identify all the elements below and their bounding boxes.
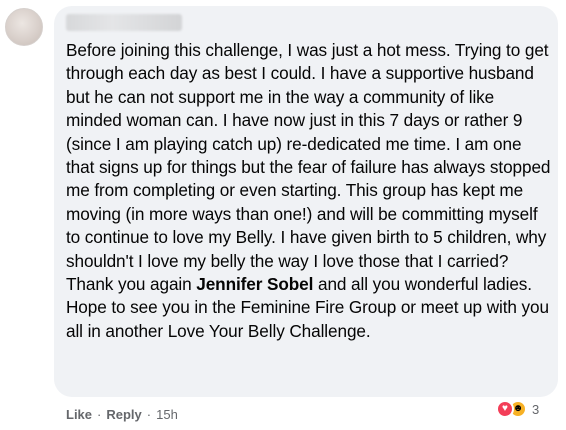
love-reaction-icon: ♥ <box>496 400 514 418</box>
comment-text-part-1: Before joining this challenge, I was jus… <box>66 40 551 295</box>
comment-bubble: Before joining this challenge, I was jus… <box>54 6 558 397</box>
comment-actions: Like · Reply · 15h <box>66 407 178 422</box>
reaction-count: 3 <box>532 401 540 417</box>
timestamp[interactable]: 15h <box>156 407 178 422</box>
reactions-summary[interactable]: ♥ ☻ 3 <box>496 398 539 420</box>
comment: Before joining this challenge, I was jus… <box>0 0 566 430</box>
reply-button[interactable]: Reply <box>106 407 141 422</box>
like-button[interactable]: Like <box>66 407 92 422</box>
mention-link[interactable]: Jennifer Sobel <box>196 274 313 294</box>
avatar[interactable] <box>5 8 43 46</box>
author-name-blurred[interactable] <box>66 14 182 31</box>
comment-text: Before joining this challenge, I was jus… <box>66 39 552 343</box>
separator-dot: · <box>97 407 102 422</box>
separator-dot: · <box>146 407 152 422</box>
